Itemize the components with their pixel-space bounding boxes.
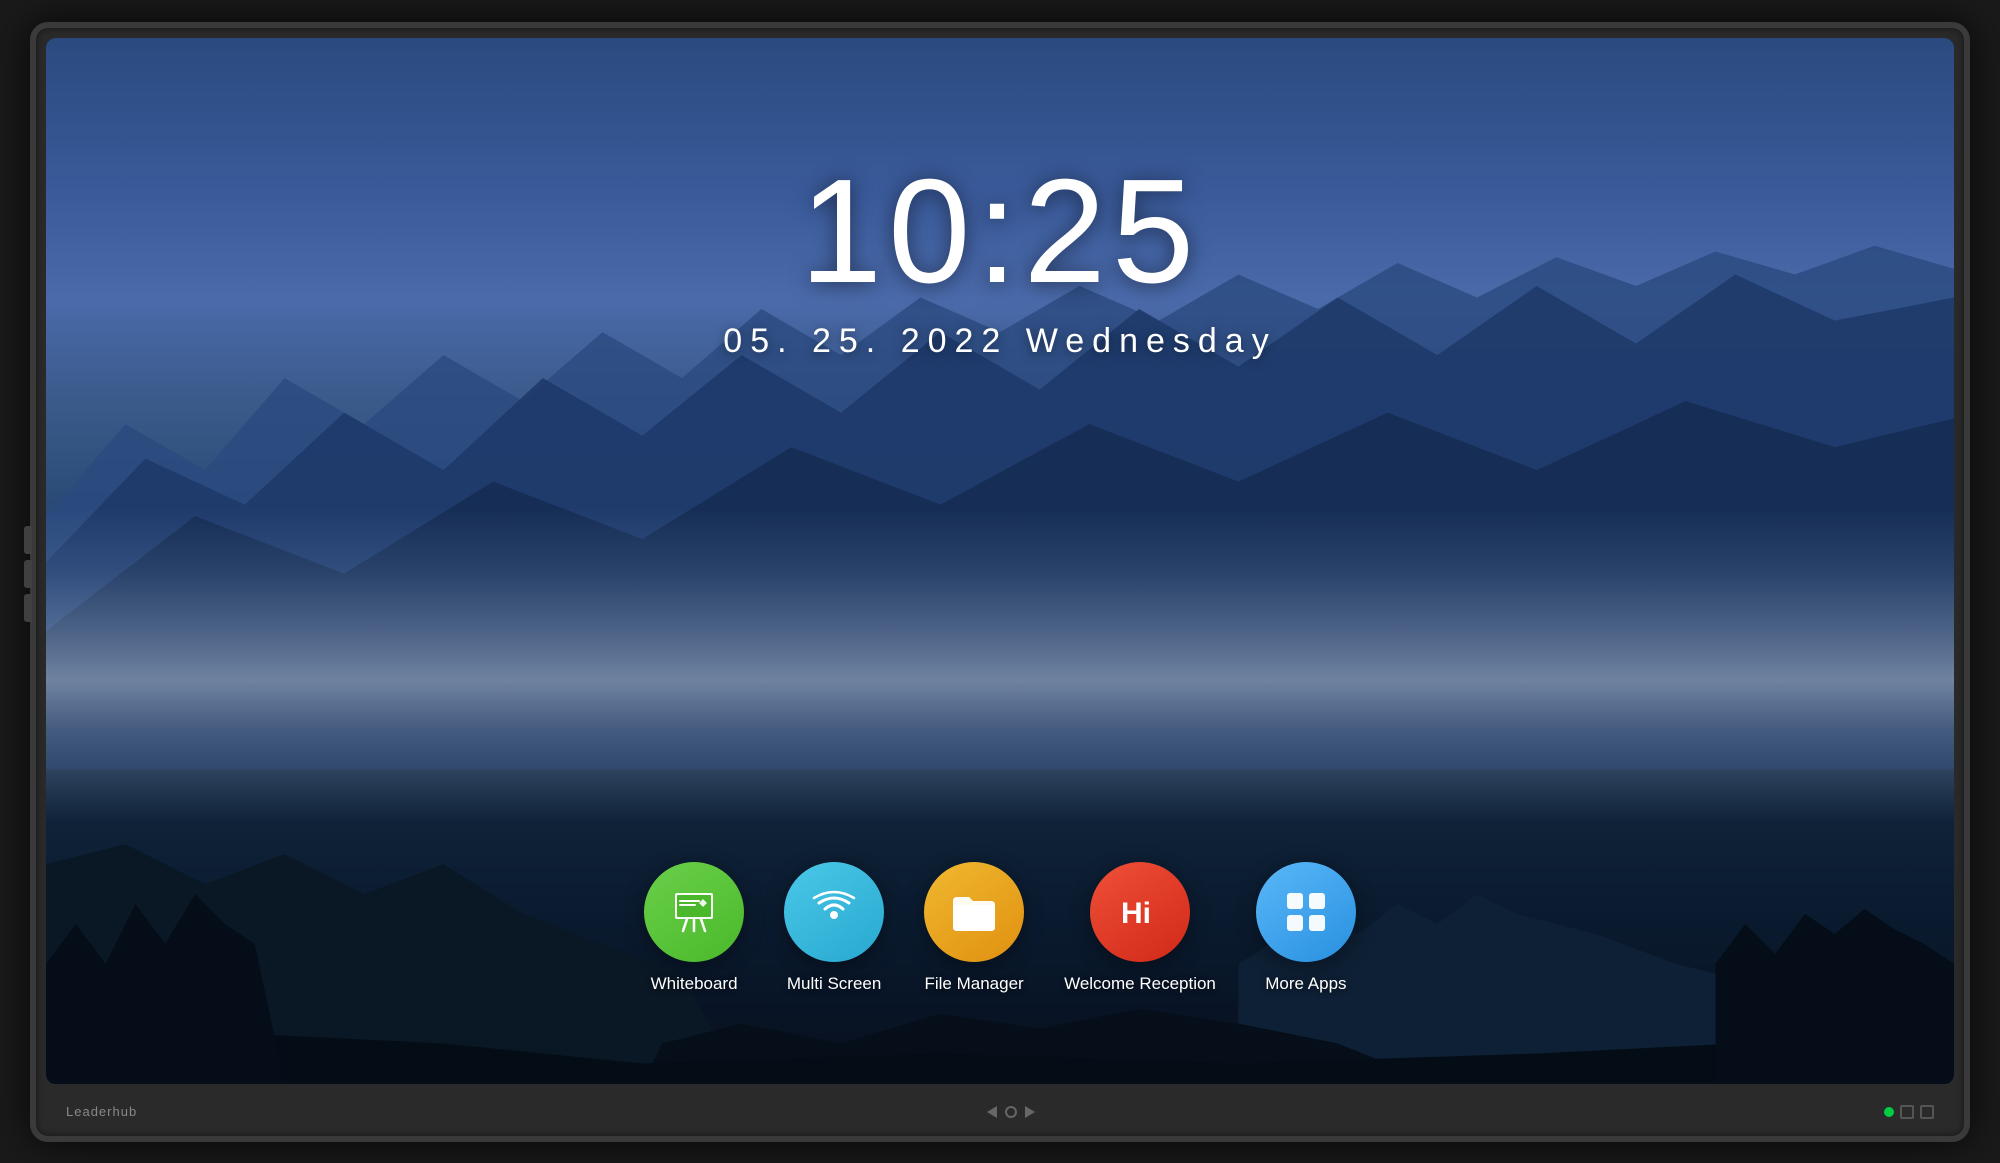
multiscreen-label: Multi Screen xyxy=(787,974,881,994)
tv-bottom: Leaderhub xyxy=(46,1094,1954,1130)
apps-row: Whiteboard Multi Screen xyxy=(644,862,1356,994)
filemanager-icon xyxy=(947,885,1001,939)
tv-frame: 10:25 05. 25. 2022 Wednesday xyxy=(30,22,1970,1142)
whiteboard-icon xyxy=(667,885,721,939)
app-welcome[interactable]: Hi Welcome Reception xyxy=(1064,862,1216,994)
welcome-label: Welcome Reception xyxy=(1064,974,1216,994)
side-btn-1[interactable] xyxy=(24,526,32,554)
side-btn-2[interactable] xyxy=(24,560,32,588)
side-btn-3[interactable] xyxy=(24,594,32,622)
filemanager-icon-bg xyxy=(924,862,1024,962)
back-btn[interactable] xyxy=(987,1106,997,1118)
whiteboard-label: Whiteboard xyxy=(651,974,738,994)
multiscreen-icon xyxy=(807,885,861,939)
screen-content: 10:25 05. 25. 2022 Wednesday xyxy=(46,38,1954,1084)
multiscreen-icon-bg xyxy=(784,862,884,962)
power-indicator xyxy=(1884,1107,1894,1117)
app-filemanager[interactable]: File Manager xyxy=(924,862,1024,994)
app-moreapps[interactable]: More Apps xyxy=(1256,862,1356,994)
app-whiteboard[interactable]: Whiteboard xyxy=(644,862,744,994)
tv-screen: 10:25 05. 25. 2022 Wednesday xyxy=(46,38,1954,1084)
home-btn[interactable] xyxy=(1005,1106,1017,1118)
bottom-nav xyxy=(987,1106,1035,1118)
whiteboard-icon-bg xyxy=(644,862,744,962)
filemanager-label: File Manager xyxy=(924,974,1023,994)
clock-display: 10:25 xyxy=(800,158,1200,306)
settings-icon[interactable] xyxy=(1900,1105,1914,1119)
moreapps-icon-bg xyxy=(1256,862,1356,962)
welcome-icon: Hi xyxy=(1113,885,1167,939)
brand-logo: Leaderhub xyxy=(66,1104,137,1119)
side-buttons xyxy=(24,526,32,622)
moreapps-label: More Apps xyxy=(1265,974,1346,994)
bottom-indicators xyxy=(1884,1105,1934,1119)
svg-text:Hi: Hi xyxy=(1121,897,1151,930)
date-display: 05. 25. 2022 Wednesday xyxy=(723,322,1276,361)
welcome-icon-bg: Hi xyxy=(1090,862,1190,962)
moreapps-icon xyxy=(1279,885,1333,939)
app-multiscreen[interactable]: Multi Screen xyxy=(784,862,884,994)
forward-btn[interactable] xyxy=(1025,1106,1035,1118)
input-icon[interactable] xyxy=(1920,1105,1934,1119)
